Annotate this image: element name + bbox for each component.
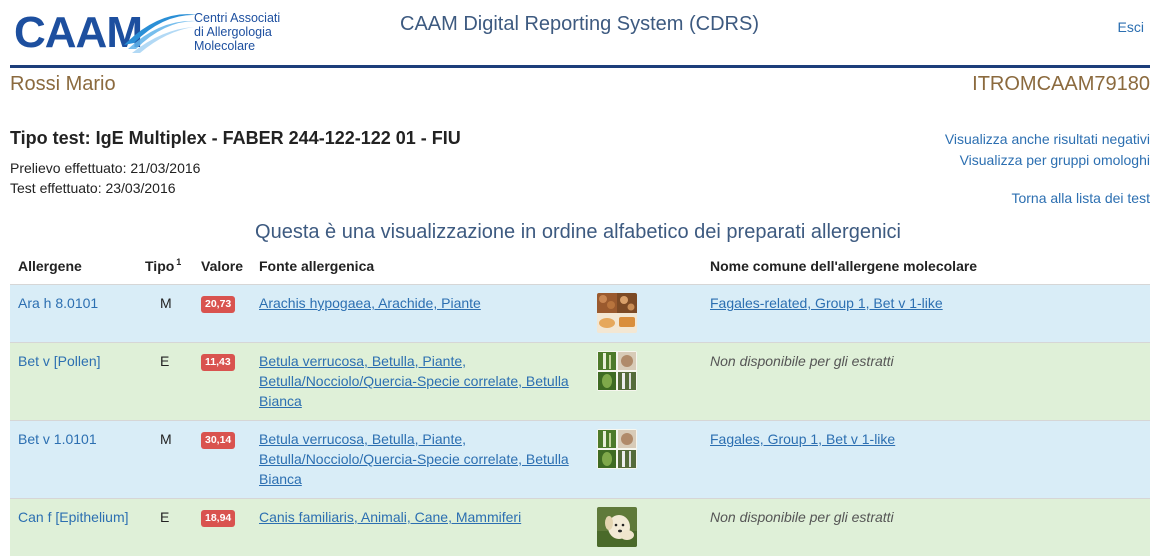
header-type: Tipo 1 xyxy=(145,257,182,274)
logout-link[interactable]: Esci xyxy=(1118,19,1144,35)
allergen-link[interactable]: Ara h 8.0101 xyxy=(18,293,98,313)
allergen-type: M xyxy=(160,295,172,311)
allergen-source-link[interactable]: Arachis hypogaea, Arachide, Piante xyxy=(259,293,589,313)
show-groups-link[interactable]: Visualizza per gruppi omologhi xyxy=(945,150,1150,171)
allergen-link[interactable]: Bet v 1.0101 xyxy=(18,429,97,449)
allergen-source-link[interactable]: Canis familiaris, Animali, Cane, Mammife… xyxy=(259,507,589,527)
allergen-type: E xyxy=(160,509,170,525)
header-divider xyxy=(10,65,1150,68)
thumbnail-image xyxy=(597,429,637,469)
value-badge: 18,94 xyxy=(201,510,236,527)
common-name-unavailable: Non disponibile per gli estratti xyxy=(710,509,894,525)
header-value: Valore xyxy=(201,258,244,274)
value-badge: 20,73 xyxy=(201,296,236,313)
value-badge: 11,43 xyxy=(201,354,235,371)
birch-thumbnail[interactable] xyxy=(597,429,637,469)
common-name-link[interactable]: Fagales-related, Group 1, Bet v 1-like xyxy=(710,293,943,313)
table-body: Ara h 8.0101 M 20,73 Arachis hypogaea, Arac… xyxy=(10,284,1150,556)
ordering-info: Questa è una visualizzazione in ordine a… xyxy=(255,221,901,243)
header-allergen: Allergene xyxy=(18,258,82,274)
back-to-list-link[interactable]: Torna alla lista dei test xyxy=(1011,190,1150,206)
birch-thumbnail[interactable] xyxy=(597,351,637,391)
header: CAAM Centri Associati di Allergologia Mo… xyxy=(0,0,1156,68)
value-badge: 30,14 xyxy=(201,432,236,449)
header-common-name: Nome comune dell'allergene molecolare xyxy=(710,258,978,274)
test-type: Tipo test: IgE Multiplex - FABER 244-122… xyxy=(10,128,461,148)
dog-thumbnail[interactable] xyxy=(597,507,637,547)
header-source: Fonte allergenica xyxy=(259,258,375,274)
table-row: Bet v 1.0101 M 30,14 Betula verrucosa, Betu… xyxy=(10,420,1150,498)
logo-subtitle-line: di Allergologia xyxy=(194,25,272,39)
test-date: Test effettuato: 23/03/2016 xyxy=(10,180,176,196)
peanut-thumbnail[interactable] xyxy=(597,293,637,333)
thumbnail-image xyxy=(597,293,637,333)
patient-code: ITROMCAAM79180 xyxy=(972,73,1150,95)
thumbnail-image xyxy=(597,351,637,391)
common-name-unavailable: Non disponibile per gli estratti xyxy=(710,353,894,369)
allergen-link[interactable]: Bet v [Pollen] xyxy=(18,351,101,371)
caam-logo: CAAM Centri Associati di Allergologia Mo… xyxy=(12,5,282,60)
allergen-source-link[interactable]: Betula verrucosa, Betulla, Piante, Betul… xyxy=(259,429,589,489)
logo-subtitle-line: Centri Associati xyxy=(194,11,281,25)
logo-subtitle: Centri Associati di Allergologia Molecol… xyxy=(194,11,294,53)
table-row: Can f [Epithelium] E 18,94 Canis familiaris… xyxy=(10,498,1150,556)
show-negative-link[interactable]: Visualizza anche risultati negativi xyxy=(945,129,1150,150)
common-name-link[interactable]: Fagales, Group 1, Bet v 1-like xyxy=(710,429,895,449)
allergen-link[interactable]: Can f [Epithelium] xyxy=(18,507,129,527)
header-type-footnote: 1 xyxy=(176,257,182,267)
app-title: CAAM Digital Reporting System (CDRS) xyxy=(400,13,759,35)
patient-name: Rossi Mario xyxy=(10,73,116,95)
sampling-date: Prelievo effettuato: 21/03/2016 xyxy=(10,160,201,176)
thumbnail-image xyxy=(597,507,637,547)
allergen-type: M xyxy=(160,431,172,447)
logo-swoosh-icon xyxy=(124,14,198,53)
header-type-label: Tipo xyxy=(145,258,175,274)
results-table: Allergene Tipo 1 Valore Fonte allergenica… xyxy=(10,252,1150,556)
report-page: CAAM Centri Associati di Allergologia Mo… xyxy=(0,0,1156,556)
table-row: Bet v [Pollen] E 11,43 Betula verrucosa, Be… xyxy=(10,342,1150,420)
logo-subtitle-line: Molecolare xyxy=(194,39,256,53)
table-row: Ara h 8.0101 M 20,73 Arachis hypogaea, Arac… xyxy=(10,284,1150,342)
allergen-type: E xyxy=(160,353,170,369)
test-dates: Prelievo effettuato: 21/03/2016 Test eff… xyxy=(10,158,200,198)
allergen-source-link[interactable]: Betula verrucosa, Betulla, Piante, Betul… xyxy=(259,351,589,411)
view-options: Visualizza anche risultati negativi Visu… xyxy=(945,129,1150,171)
table-header: Allergene Tipo 1 Valore Fonte allergenica… xyxy=(10,252,1150,284)
